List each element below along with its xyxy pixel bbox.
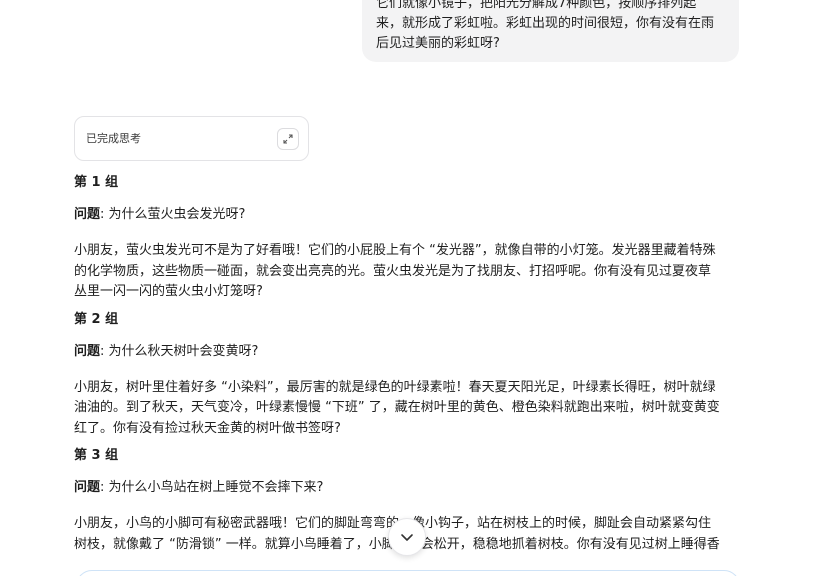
thinking-status-card[interactable]: 已完成思考 <box>74 116 309 161</box>
group-title: 第 3 组 <box>74 448 119 463</box>
user-message-line: 后见过美丽的彩虹呀? <box>376 36 500 51</box>
message-input-box[interactable] <box>76 570 740 576</box>
answer-line: 小朋友，萤火虫发光可不是为了好看哦！它们的小屁股上有个 “发光器”，就像自带的小… <box>74 243 716 258</box>
answer-paragraph: 小朋友，树叶里住着好多 “小染料”，最厉害的就是绿色的叶绿素啦！春天夏天阳光足，… <box>74 378 740 440</box>
answer-line: 红了。你有没有捡过秋天金黄的树叶做书签呀? <box>74 420 341 436</box>
expand-icon <box>283 134 293 144</box>
answer-line: 丛里一闪一闪的萤火虫小灯笼呀? <box>74 284 263 299</box>
chevron-down-icon <box>401 534 413 541</box>
scroll-to-bottom-button[interactable] <box>388 518 426 556</box>
chat-viewport[interactable]: 它们就像小镜子，把阳光分解成7种颜色，按顺序排列起 来，就形成了彩虹啦。彩虹出现… <box>0 0 831 576</box>
question-line: 问题: 为什么小鸟站在树上睡觉不会摔下来? <box>74 477 740 499</box>
expand-button[interactable] <box>277 128 299 150</box>
question-text: : 为什么萤火虫会发光呀? <box>100 207 246 222</box>
question-line: 问题: 为什么萤火虫会发光呀? <box>74 204 740 226</box>
user-message-line: 它们就像小镜子，把阳光分解成7种颜色，按顺序排列起 <box>376 0 697 11</box>
answer-paragraph: 小朋友，萤火虫发光可不是为了好看哦！它们的小屁股上有个 “发光器”，就像自带的小… <box>74 241 740 303</box>
group-title: 第 1 组 <box>74 175 119 190</box>
question-line: 问题: 为什么秋天树叶会变黄呀? <box>74 341 740 363</box>
group-title: 第 2 组 <box>74 311 119 327</box>
thinking-status-label: 已完成思考 <box>86 132 141 145</box>
assistant-answer: 第 1 组 问题: 为什么萤火虫会发光呀? 小朋友，萤火虫发光可不是为了好看哦！… <box>74 172 740 561</box>
question-label: 问题 <box>74 480 101 495</box>
qa-group: 第 2 组 问题: 为什么秋天树叶会变黄呀? 小朋友，树叶里住着好多 “小染料”… <box>74 309 740 440</box>
question-label: 问题 <box>74 343 101 359</box>
question-text: : 为什么小鸟站在树上睡觉不会摔下来? <box>100 480 324 495</box>
answer-line: 的化学物质，这些物质一碰面，就会变出亮亮的光。萤火虫发光是为了找朋友、打招呼呢。… <box>74 263 712 279</box>
answer-line: 油油的。到了秋天，天气变冷，叶绿素慢慢 “下班” 了，藏在树叶里的黄色、橙色染料… <box>74 400 720 415</box>
question-text: : 为什么秋天树叶会变黄呀? <box>100 343 259 359</box>
question-label: 问题 <box>74 207 101 222</box>
user-message-line: 来，就形成了彩虹啦。彩虹出现的时间很短，你有没有在雨 <box>376 16 715 31</box>
answer-line: 小朋友，树叶里住着好多 “小染料”，最厉害的就是绿色的叶绿素啦！春天夏天阳光足，… <box>74 379 716 395</box>
qa-group: 第 1 组 问题: 为什么萤火虫会发光呀? 小朋友，萤火虫发光可不是为了好看哦！… <box>74 172 740 303</box>
user-message-bubble: 它们就像小镜子，把阳光分解成7种颜色，按顺序排列起 来，就形成了彩虹啦。彩虹出现… <box>362 0 739 62</box>
